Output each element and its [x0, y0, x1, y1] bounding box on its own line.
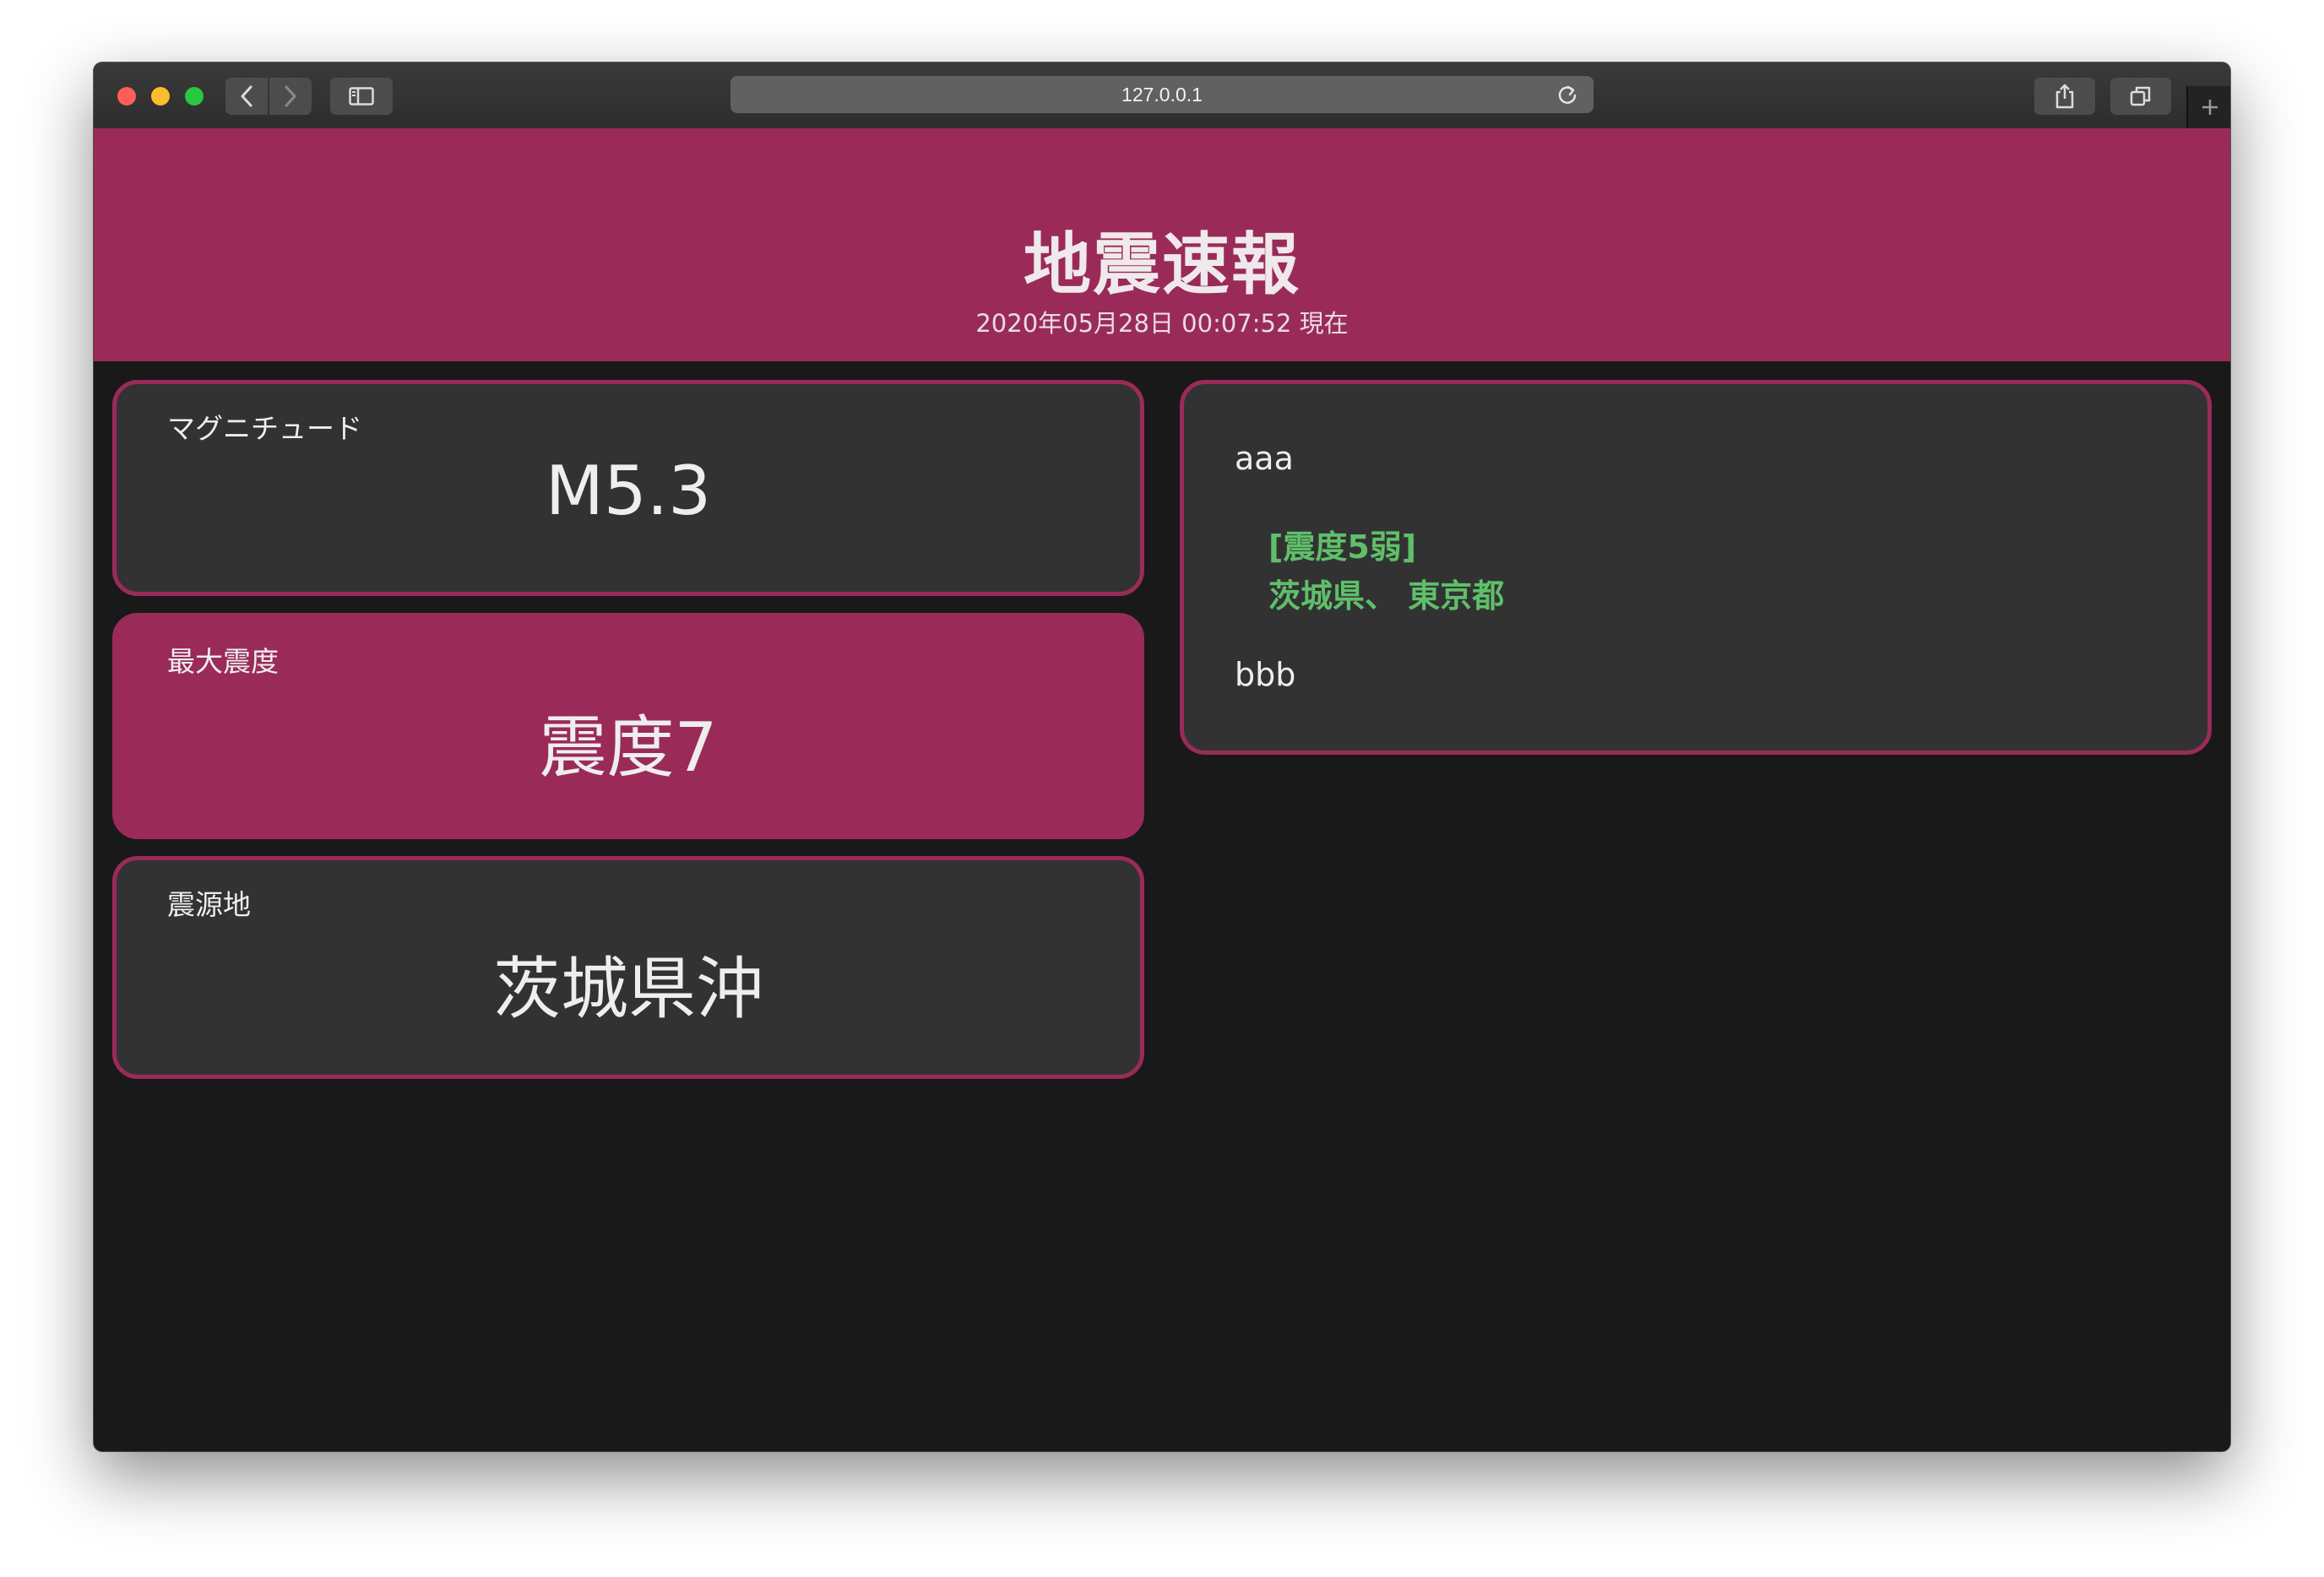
sidebar-icon	[349, 87, 374, 106]
detail-text-first: aaa	[1235, 440, 1294, 477]
new-tab-button[interactable]	[2186, 86, 2230, 128]
minimize-window-button[interactable]	[151, 87, 170, 106]
close-window-button[interactable]	[117, 87, 136, 106]
detail-card: aaa [震度5弱] 茨城県、 東京都 bbb	[1180, 380, 2212, 755]
share-button[interactable]	[2034, 78, 2095, 115]
zoom-window-button[interactable]	[185, 87, 204, 106]
max-intensity-label: 最大震度	[167, 645, 279, 678]
region-list: 茨城県、 東京都	[1268, 577, 1505, 615]
magnitude-value: M5.3	[545, 452, 712, 530]
page-title: 地震速報	[1024, 225, 1300, 304]
browser-window: 127.0.0.1 地震速報 2020年05月28日 00:07:52 現在 マ…	[94, 62, 2230, 1451]
address-bar[interactable]: 127.0.0.1	[730, 76, 1594, 113]
page-header: 地震速報 2020年05月28日 00:07:52 現在	[94, 128, 2230, 361]
epicenter-value: 茨城県沖	[493, 950, 763, 1028]
intensity-group-heading: [震度5弱]	[1268, 528, 1417, 566]
magnitude-label: マグニチュード	[167, 412, 362, 445]
browser-toolbar: 127.0.0.1	[94, 62, 2230, 130]
chevron-left-icon	[241, 85, 252, 107]
back-button[interactable]	[225, 78, 268, 115]
sidebar-toggle-button[interactable]	[330, 78, 393, 115]
update-timestamp: 2020年05月28日 00:07:52 現在	[975, 309, 1349, 338]
reload-icon[interactable]	[1556, 84, 1578, 106]
epicenter-label: 震源地	[167, 888, 251, 921]
share-icon	[2055, 84, 2074, 109]
forward-button[interactable]	[269, 78, 312, 115]
max-intensity-card: 最大震度 震度7	[112, 613, 1144, 839]
detail-text-second: bbb	[1235, 656, 1296, 693]
epicenter-card: 震源地 茨城県沖	[112, 856, 1144, 1079]
tab-overview-button[interactable]	[2110, 78, 2171, 115]
url-text: 127.0.0.1	[1121, 84, 1203, 106]
plus-icon	[2202, 100, 2218, 115]
max-intensity-value: 震度7	[539, 708, 718, 787]
magnitude-card: マグニチュード M5.3	[112, 380, 1144, 596]
chevron-right-icon	[285, 85, 296, 107]
tabs-icon	[2130, 86, 2151, 106]
